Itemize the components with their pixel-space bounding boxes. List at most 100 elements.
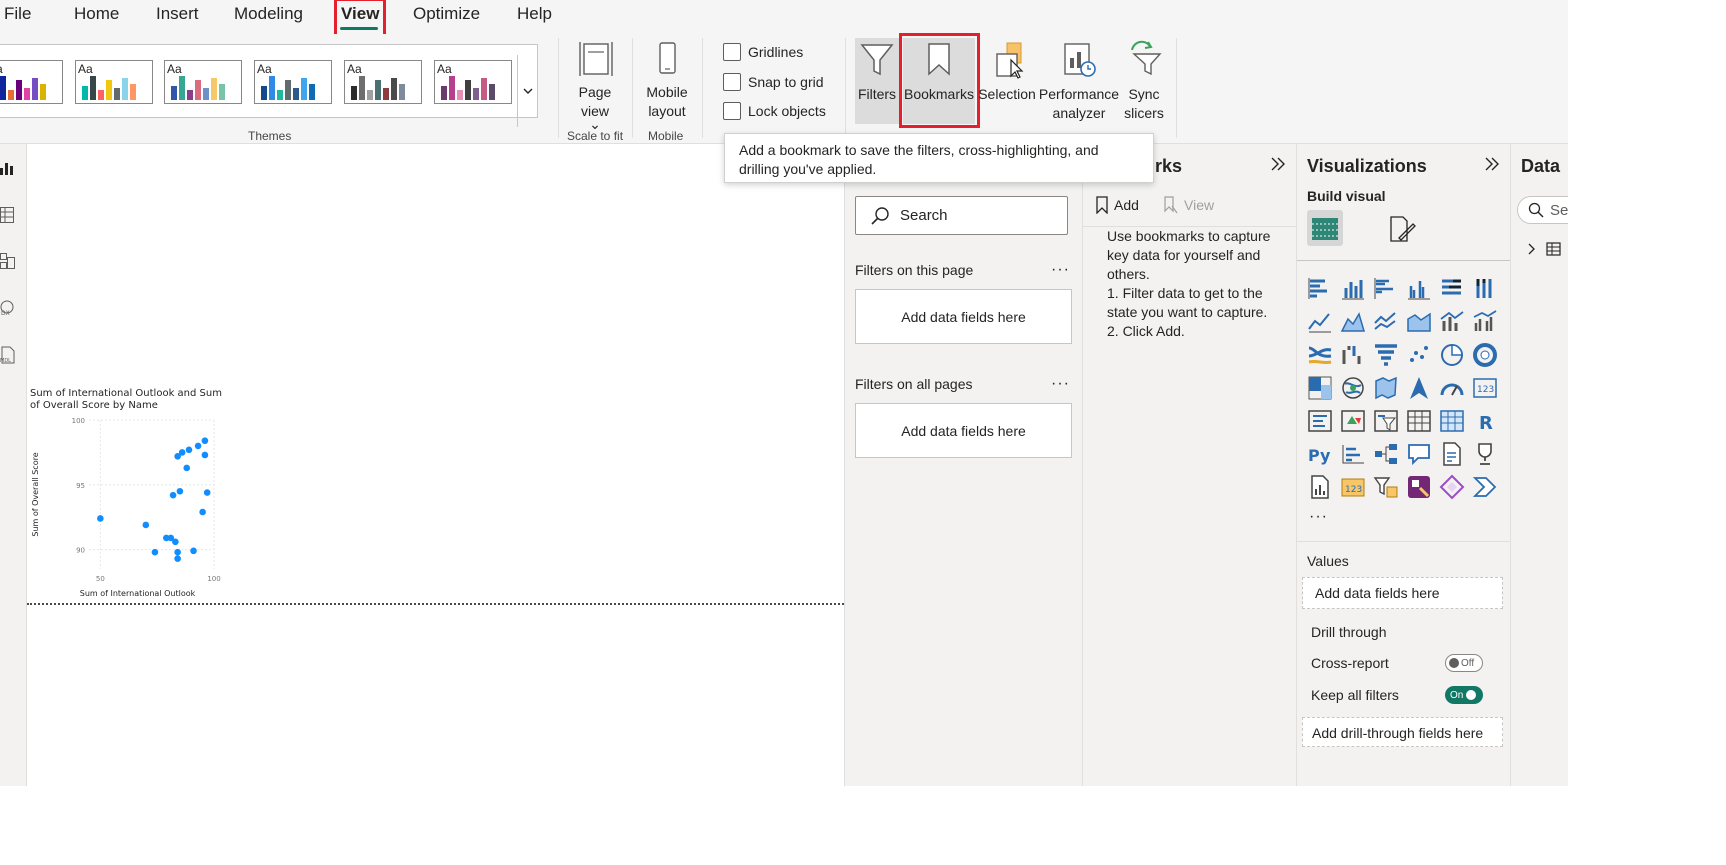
decomposition-tree-icon[interactable]	[1373, 441, 1399, 467]
filters-all-pages-more-button[interactable]: ···	[1051, 375, 1070, 393]
paginated-report-icon[interactable]	[1307, 474, 1333, 500]
model-view-icon[interactable]	[0, 252, 16, 270]
power-bi-sequence-icon[interactable]	[1472, 474, 1498, 500]
smart-narrative-icon[interactable]	[1439, 441, 1465, 467]
map-icon[interactable]	[1340, 375, 1366, 401]
menu-bar: File Home Insert Modeling View Optimize …	[0, 0, 1568, 40]
table-icon	[1546, 242, 1561, 256]
line-and-stacked-column-chart-icon[interactable]	[1439, 309, 1465, 335]
report-view-icon[interactable]	[0, 158, 16, 176]
filters-pane-button[interactable]: Filters	[855, 38, 899, 124]
100-stacked-column-chart-icon[interactable]	[1472, 276, 1498, 302]
cross-report-toggle[interactable]: Off	[1445, 654, 1483, 672]
100-stacked-bar-chart-icon[interactable]	[1439, 276, 1465, 302]
button-slicer-icon[interactable]	[1373, 474, 1399, 500]
visualizations-collapse-button[interactable]	[1484, 156, 1500, 177]
line-chart-icon[interactable]	[1307, 309, 1333, 335]
clustered-column-chart-icon[interactable]	[1406, 276, 1432, 302]
scatter-chart-icon[interactable]	[1406, 342, 1432, 368]
slicer-icon[interactable]	[1373, 408, 1399, 434]
drill-through-drop-zone[interactable]: Add drill-through fields here	[1302, 717, 1503, 747]
theme-swatch[interactable]: Aa	[434, 60, 512, 104]
mobile-layout-button[interactable]: Mobile layout	[640, 40, 694, 121]
treemap-icon[interactable]	[1307, 375, 1333, 401]
mobile-layout-label: Mobile layout	[646, 84, 688, 119]
gridlines-checkbox[interactable]: Gridlines	[723, 43, 803, 61]
stacked-column-chart-icon[interactable]	[1340, 276, 1366, 302]
qa-icon[interactable]	[1406, 441, 1432, 467]
menu-optimize[interactable]: Optimize	[413, 4, 480, 24]
theme-color-bar	[130, 84, 136, 100]
scatter-point	[194, 442, 202, 450]
new-card-icon[interactable]: 123	[1340, 474, 1366, 500]
ribbon-chart-icon[interactable]	[1307, 342, 1333, 368]
keep-all-filters-toggle[interactable]: On	[1445, 686, 1483, 704]
line-and-clustered-column-chart-icon[interactable]	[1472, 309, 1498, 335]
themes-expand-button[interactable]	[517, 55, 537, 127]
tmdl-view-icon[interactable]: MDL	[0, 346, 16, 364]
theme-swatch[interactable]: Aa	[344, 60, 422, 104]
table-icon[interactable]	[1406, 408, 1432, 434]
values-drop-zone[interactable]: Add data fields here	[1302, 577, 1503, 609]
power-automate-icon[interactable]	[1439, 474, 1465, 500]
build-visual-label: Build visual	[1307, 188, 1386, 204]
theme-swatch[interactable]: Aa	[75, 60, 153, 104]
checkbox-box[interactable]	[723, 73, 741, 91]
theme-swatch[interactable]: Aa	[164, 60, 242, 104]
sync-slicers-button[interactable]: Sync slicers	[1121, 40, 1167, 123]
azure-map-icon[interactable]	[1406, 375, 1432, 401]
clustered-bar-chart-icon[interactable]	[1373, 276, 1399, 302]
svg-text:DX: DX	[1, 310, 10, 317]
matrix-icon[interactable]	[1439, 408, 1465, 434]
kpi-icon[interactable]	[1340, 408, 1366, 434]
table-node[interactable]	[1527, 241, 1567, 257]
area-chart-icon[interactable]	[1340, 309, 1366, 335]
multi-row-card-icon[interactable]	[1307, 408, 1333, 434]
filters-page-drop-zone[interactable]: Add data fields here	[855, 289, 1072, 344]
menu-insert[interactable]: Insert	[156, 4, 199, 24]
donut-chart-icon[interactable]	[1472, 342, 1498, 368]
filters-page-more-button[interactable]: ···	[1051, 261, 1070, 279]
power-apps-icon[interactable]	[1406, 474, 1432, 500]
more-visuals-button[interactable]: ···	[1309, 508, 1328, 526]
theme-swatch[interactable]: Aa	[0, 60, 63, 104]
key-influencers-icon[interactable]	[1340, 441, 1366, 467]
performance-analyzer-button[interactable]: Performance analyzer	[1037, 40, 1121, 123]
menu-modeling[interactable]: Modeling	[234, 4, 303, 24]
bookmark-view-button[interactable]: View	[1163, 196, 1214, 214]
checkbox-box[interactable]	[723, 43, 741, 61]
python-visual-icon[interactable]: Py	[1307, 441, 1333, 467]
snap-to-grid-checkbox[interactable]: Snap to grid	[723, 73, 824, 91]
selection-pane-button[interactable]: Selection	[977, 40, 1037, 104]
r-visual-icon[interactable]: R	[1472, 408, 1498, 434]
page-view-button[interactable]: Page view ⌄	[568, 40, 622, 134]
bookmarks-collapse-button[interactable]	[1270, 156, 1286, 177]
theme-color-bar	[24, 88, 30, 100]
100-stacked-area-chart-icon[interactable]	[1406, 309, 1432, 335]
stacked-area-chart-icon[interactable]	[1373, 309, 1399, 335]
menu-file[interactable]: File	[4, 4, 31, 24]
table-view-icon[interactable]	[0, 206, 16, 224]
menu-home[interactable]: Home	[74, 4, 119, 24]
checkbox-box[interactable]	[723, 102, 741, 120]
dax-query-view-icon[interactable]: DX	[0, 299, 16, 317]
waterfall-chart-icon[interactable]	[1340, 342, 1366, 368]
scatter-chart-visual[interactable]: Sum of International Outlook and Sum of …	[27, 384, 227, 602]
card-icon[interactable]: 123	[1472, 375, 1498, 401]
filters-search-input[interactable]: Search	[855, 196, 1068, 235]
pie-chart-icon[interactable]	[1439, 342, 1465, 368]
filters-all-pages-drop-zone[interactable]: Add data fields here	[855, 403, 1072, 458]
lock-objects-checkbox[interactable]: Lock objects	[723, 102, 826, 120]
format-visual-tab[interactable]	[1387, 214, 1417, 244]
data-search-input[interactable]: Se	[1517, 196, 1568, 224]
build-visual-tab[interactable]	[1307, 210, 1343, 246]
theme-color-bar	[285, 80, 291, 100]
filled-map-icon[interactable]	[1373, 375, 1399, 401]
stacked-bar-chart-icon[interactable]	[1307, 276, 1333, 302]
funnel-chart-icon[interactable]	[1373, 342, 1399, 368]
menu-help[interactable]: Help	[517, 4, 552, 24]
theme-swatch[interactable]: Aa	[254, 60, 332, 104]
bookmark-add-button[interactable]: Add	[1095, 196, 1139, 214]
goals-icon[interactable]	[1472, 441, 1498, 467]
gauge-icon[interactable]	[1439, 375, 1465, 401]
